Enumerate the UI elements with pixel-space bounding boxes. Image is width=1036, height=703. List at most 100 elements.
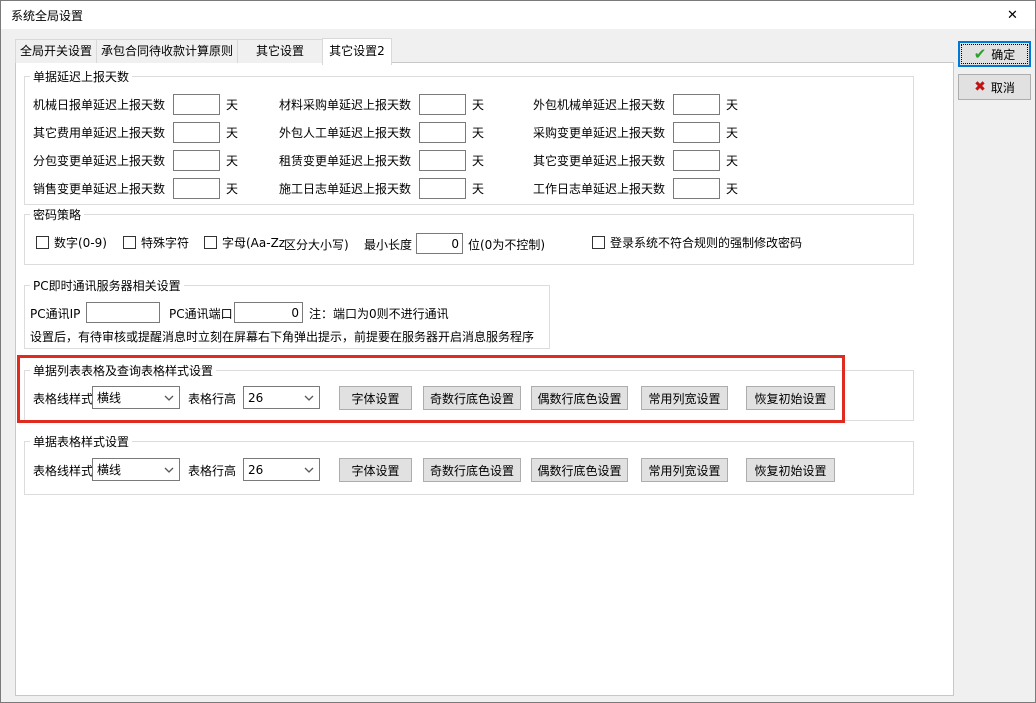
line-style-select[interactable]: 横线 (92, 386, 180, 409)
pc-ip-input[interactable] (86, 302, 160, 323)
even-row-color-button[interactable]: 偶数行底色设置 (531, 386, 628, 410)
even-row-color-button[interactable]: 偶数行底色设置 (531, 458, 628, 482)
chevron-down-icon (164, 467, 174, 473)
group-title: PC即时通讯服务器相关设置 (30, 277, 184, 294)
field-label: 采购变更单延迟上报天数 (533, 124, 673, 141)
selected-value: 横线 (97, 389, 121, 406)
unit-label: 天 (472, 124, 484, 141)
checkbox-label: 特殊字符 (141, 234, 189, 251)
check-icon: ✔ (974, 47, 987, 62)
field-label: 材料采购单延迟上报天数 (279, 96, 419, 113)
restore-defaults-button[interactable]: 恢复初始设置 (746, 458, 835, 482)
line-style-select[interactable]: 横线 (92, 458, 180, 481)
close-button[interactable]: ✕ (990, 1, 1035, 29)
restore-defaults-button[interactable]: 恢复初始设置 (746, 386, 835, 410)
pc-ip-label: PC通讯IP (30, 305, 80, 322)
construction-log-days-input[interactable] (419, 178, 466, 199)
row-height-select[interactable]: 26 (243, 458, 320, 481)
group-pc-im-server: PC即时通讯服务器相关设置 PC通讯IP PC通讯端口 注：端口为0则不进行通讯… (24, 285, 550, 349)
field-label: 外包人工单延迟上报天数 (279, 124, 419, 141)
font-settings-button[interactable]: 字体设置 (339, 458, 412, 482)
common-column-width-button[interactable]: 常用列宽设置 (641, 458, 728, 482)
lease-change-days-input[interactable] (419, 150, 466, 171)
delay-field: 机械日报单延迟上报天数 天 (33, 90, 279, 118)
field-label: 其它费用单延迟上报天数 (33, 124, 173, 141)
outsourced-machinery-days-input[interactable] (673, 94, 720, 115)
unit-label: 天 (472, 152, 484, 169)
row-height-label: 表格行高 (188, 390, 236, 407)
tab-contract-receivable-rules[interactable]: 承包合同待收款计算原则 (96, 39, 238, 63)
line-style-label: 表格线样式 (33, 390, 93, 407)
checkbox-digits[interactable]: 数字(0-9) (36, 234, 107, 251)
delay-field: 外包人工单延迟上报天数 天 (279, 118, 533, 146)
window-title: 系统全局设置 (1, 7, 83, 24)
other-change-days-input[interactable] (673, 150, 720, 171)
tab-global-switch-settings[interactable]: 全局开关设置 (15, 39, 97, 63)
outsourced-labor-days-input[interactable] (419, 122, 466, 143)
unit-label: 天 (226, 124, 238, 141)
sales-change-days-input[interactable] (173, 178, 220, 199)
ok-button[interactable]: ✔ 确定 (958, 41, 1031, 67)
tab-page-other-settings-2: 单据延迟上报天数 机械日报单延迟上报天数 天 材料采购单延迟上报天数 天 外包机… (15, 62, 954, 696)
min-length-suffix: 位(0为不控制) (468, 236, 545, 253)
subcontract-change-days-input[interactable] (173, 150, 220, 171)
x-icon: ✖ (974, 80, 986, 94)
cancel-button[interactable]: ✖ 取消 (958, 74, 1031, 100)
selected-value: 横线 (97, 461, 121, 478)
common-column-width-button[interactable]: 常用列宽设置 (641, 386, 728, 410)
font-settings-button[interactable]: 字体设置 (339, 386, 412, 410)
work-log-days-input[interactable] (673, 178, 720, 199)
group-title: 密码策略 (30, 206, 84, 223)
checkbox-label: 登录系统不符合规则的强制修改密码 (610, 234, 802, 251)
delay-field: 销售变更单延迟上报天数 天 (33, 174, 279, 202)
group-delay-report-days: 单据延迟上报天数 机械日报单延迟上报天数 天 材料采购单延迟上报天数 天 外包机… (24, 76, 914, 205)
tab-other-settings-2[interactable]: 其它设置2 (322, 38, 392, 65)
delay-field: 材料采购单延迟上报天数 天 (279, 90, 533, 118)
machinery-daily-days-input[interactable] (173, 94, 220, 115)
delay-field: 分包变更单延迟上报天数 天 (33, 146, 279, 174)
delay-field: 其它费用单延迟上报天数 天 (33, 118, 279, 146)
checkbox-letters[interactable]: 字母(Aa-Zz (204, 234, 285, 251)
field-label: 机械日报单延迟上报天数 (33, 96, 173, 113)
odd-row-color-button[interactable]: 奇数行底色设置 (423, 386, 521, 410)
tab-bar: 全局开关设置 承包合同待收款计算原则 其它设置 其它设置2 (15, 37, 391, 63)
material-purchase-days-input[interactable] (419, 94, 466, 115)
checkbox-force-password-change[interactable]: 登录系统不符合规则的强制修改密码 (592, 234, 802, 251)
other-expense-days-input[interactable] (173, 122, 220, 143)
group-password-policy: 密码策略 数字(0-9) 特殊字符 字母(Aa-Zz 区分大小写) 最小长度 位… (24, 214, 914, 265)
group-title: 单据表格样式设置 (30, 433, 132, 450)
unit-label: 天 (472, 96, 484, 113)
unit-label: 天 (472, 180, 484, 197)
delay-field: 采购变更单延迟上报天数 天 (533, 118, 913, 146)
delay-field: 租赁变更单延迟上报天数 天 (279, 146, 533, 174)
system-global-settings-dialog: 系统全局设置 ✕ 全局开关设置 承包合同待收款计算原则 其它设置 其它设置2 ✔… (0, 0, 1036, 703)
dialog-client-area: 全局开关设置 承包合同待收款计算原则 其它设置 其它设置2 ✔ 确定 ✖ 取消 … (1, 29, 1035, 702)
delay-field: 施工日志单延迟上报天数 天 (279, 174, 533, 202)
tab-other-settings[interactable]: 其它设置 (237, 39, 323, 63)
title-bar: 系统全局设置 ✕ (1, 1, 1035, 29)
row-height-select[interactable]: 26 (243, 386, 320, 409)
unit-label: 天 (226, 180, 238, 197)
checkbox-label: 字母(Aa-Zz (222, 234, 285, 251)
purchase-change-days-input[interactable] (673, 122, 720, 143)
row-height-label: 表格行高 (188, 462, 236, 479)
delay-field: 工作日志单延迟上报天数 天 (533, 174, 913, 202)
chevron-down-icon (304, 395, 314, 401)
checkbox-special-chars[interactable]: 特殊字符 (123, 234, 189, 251)
checkbox-icon (204, 236, 217, 249)
field-label: 分包变更单延迟上报天数 (33, 152, 173, 169)
odd-row-color-button[interactable]: 奇数行底色设置 (423, 458, 521, 482)
pc-port-input[interactable] (234, 302, 303, 323)
close-icon: ✕ (1007, 7, 1018, 23)
unit-label: 天 (726, 180, 738, 197)
line-style-label: 表格线样式 (33, 462, 93, 479)
im-tip-text: 设置后，有待审核或提醒消息时立刻在屏幕右下角弹出提示，前提要在服务器开启消息服务… (30, 328, 534, 345)
selected-value: 26 (248, 391, 263, 405)
min-length-input[interactable] (416, 233, 463, 254)
field-label: 租赁变更单延迟上报天数 (279, 152, 419, 169)
selected-value: 26 (248, 463, 263, 477)
field-label: 其它变更单延迟上报天数 (533, 152, 673, 169)
cancel-button-label: 取消 (991, 79, 1015, 96)
chevron-down-icon (304, 467, 314, 473)
checkbox-icon (592, 236, 605, 249)
